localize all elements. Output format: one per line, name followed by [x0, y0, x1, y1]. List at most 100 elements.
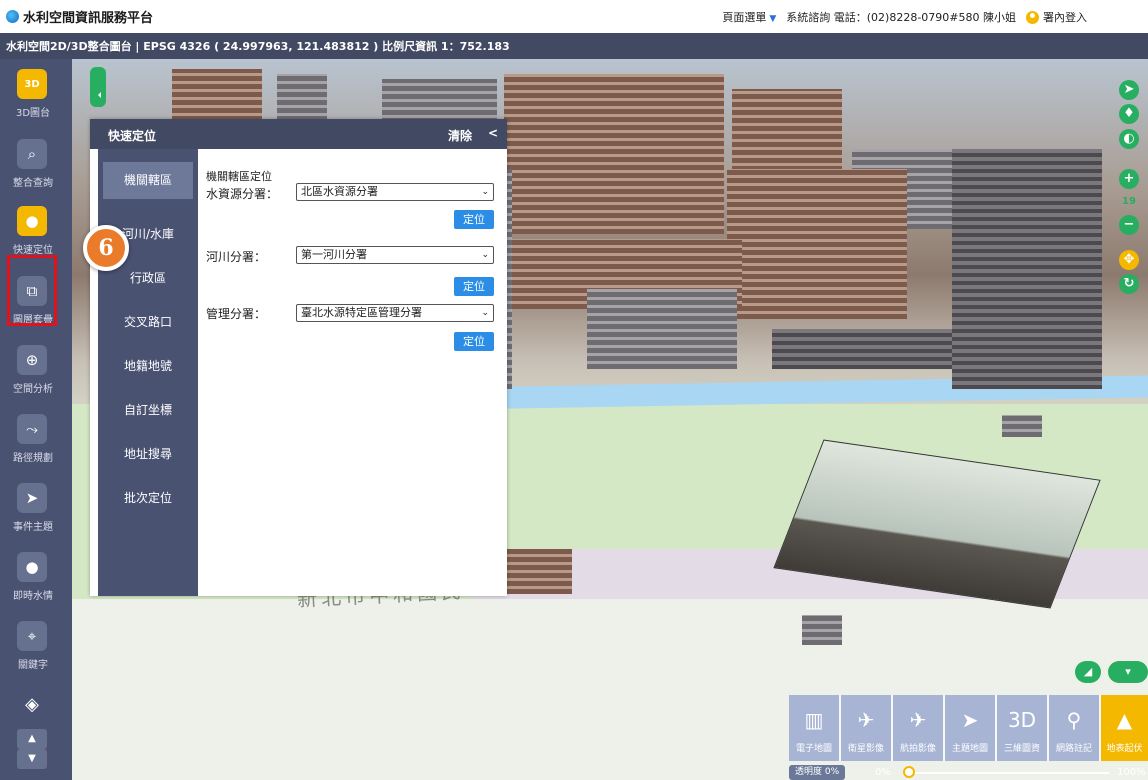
nav-item-custom-coordinate[interactable]: 自訂坐標 [98, 392, 198, 429]
compass-icon[interactable]: ♦ [1119, 104, 1139, 124]
3d-icon: 3D [17, 69, 47, 99]
map-building [502, 549, 572, 594]
opacity-control: 透明度 0% 0% 100% [789, 765, 1148, 780]
app-title: 水利空間資訊服務平台 [23, 11, 154, 26]
sidebar-item-events[interactable]: ➤ 事件主題 [0, 473, 72, 543]
basemap-label: 主題地圖 [951, 744, 988, 754]
clear-button[interactable]: 清除 [448, 127, 472, 144]
sidebar-item-label: 整合查詢 [13, 178, 53, 189]
panel-title: 快速定位 [108, 129, 157, 143]
coordinate-info-text: 水利空間2D/3D整合圖台 | EPSG 4326 ( 24.997963, 1… [6, 40, 510, 53]
panel-toggle-handle[interactable] [90, 67, 106, 107]
collapse-icon[interactable]: < [488, 126, 498, 140]
panel-body: 機關轄區定位 水資源分署： 北區水資源分署 ⌄ 定位 河川分署： 第一河川分署 … [198, 149, 507, 596]
map-building [952, 149, 1102, 389]
app-logo-icon [6, 10, 19, 23]
management-branch-select[interactable]: 臺北水源特定區管理分署 ⌄ [296, 304, 494, 322]
field-label: 河川分署： [206, 250, 267, 264]
nav-item-address[interactable]: 地址搜尋 [98, 436, 198, 473]
basemap-aerial[interactable]: ✈ 航拍影像 [893, 695, 943, 761]
highlight-box [7, 255, 57, 326]
quick-locate-panel: 快速定位 清除 < 機關轄區 河川/水庫 行政區 交叉路口 地籍地號 自訂坐標 … [90, 119, 507, 596]
sidebar-item-label: 路徑規劃 [13, 453, 53, 464]
measure-icon[interactable]: ◢ [1075, 661, 1101, 683]
panel-nav: 機關轄區 河川/水庫 行政區 交叉路口 地籍地號 自訂坐標 地址搜尋 批次定位 [98, 149, 198, 596]
pan-icon[interactable]: ✥ [1119, 250, 1139, 270]
select-value: 臺北水源特定區管理分署 [301, 306, 422, 319]
basemap-electronic-map[interactable]: ▥ 電子地圖 [789, 695, 839, 761]
sidebar-item-label: 3D圖台 [15, 108, 51, 119]
locate-button[interactable]: 定位 [454, 332, 494, 351]
location-pin-icon: ● [17, 206, 47, 236]
sidebar-item-spatial-analysis[interactable]: ⊕ 空間分析 [0, 335, 72, 405]
nav-item-intersection[interactable]: 交叉路口 [98, 304, 198, 341]
login-label: 署內登入 [1043, 10, 1087, 24]
nav-item-batch[interactable]: 批次定位 [98, 480, 198, 517]
sidebar-item-water[interactable]: ● 即時水情 [0, 542, 72, 612]
page-menu-button[interactable]: 頁面選單 ▼ [722, 9, 776, 25]
rotate-icon[interactable]: ↻ [1119, 274, 1139, 294]
page-menu-label: 頁面選單 [722, 10, 767, 24]
zoom-out-icon[interactable]: − [1119, 215, 1139, 235]
basemap-label: 三維圖資 [1003, 744, 1040, 754]
locate-button[interactable]: 定位 [454, 277, 494, 296]
sidebar-item-keyword[interactable]: ⌖ 關鍵字 [0, 611, 72, 681]
contact-info: 系統諮詢 電話：(02)8228-0790#580 陳小姐 [786, 10, 1016, 24]
sidebar-item-3d[interactable]: 3D 3D圖台 [0, 59, 72, 129]
header-right: 頁面選單 ▼ 系統諮詢 電話：(02)8228-0790#580 陳小姐 署內登入 [722, 9, 1087, 25]
panel-header: 快速定位 清除 < [90, 119, 507, 149]
field-label: 水資源分署： [206, 187, 279, 201]
tilt-icon[interactable]: ◐ [1119, 129, 1139, 149]
paper-plane-icon: ➤ [961, 708, 979, 732]
opacity-slider-handle[interactable] [903, 766, 915, 778]
map-marker-icon: ⚲ [1066, 708, 1082, 732]
navigate-icon[interactable]: ➤ [1119, 80, 1139, 100]
login-button[interactable]: 署內登入 [1026, 9, 1087, 25]
map-building [772, 329, 952, 369]
basemap-label: 航拍影像 [899, 744, 936, 754]
sidebar-item-label: 即時水情 [13, 591, 53, 602]
nav-item-agency[interactable]: 機關轄區 [103, 162, 193, 199]
map-building [504, 74, 724, 234]
chevron-down-icon: ⌄ [481, 187, 489, 197]
sidebar-item-route[interactable]: ⤳ 路徑規劃 [0, 404, 72, 474]
sidebar-item-search[interactable]: ⌕ 整合查詢 [0, 129, 72, 199]
basemap-label: 衛星影像 [847, 744, 884, 754]
opacity-max: 100% [1117, 767, 1146, 778]
opacity-slider[interactable] [909, 772, 1109, 774]
map-building [1002, 415, 1042, 437]
zoom-in-icon[interactable]: + [1119, 169, 1139, 189]
basemap-thematic[interactable]: ➤ 主題地圖 [945, 695, 995, 761]
map-building [727, 169, 907, 319]
water-resources-select[interactable]: 北區水資源分署 ⌄ [296, 183, 494, 201]
select-value: 北區水資源分署 [301, 185, 378, 198]
3d-icon: 3D [1007, 708, 1037, 732]
search-icon: ⌕ [17, 139, 47, 169]
river-branch-select[interactable]: 第一河川分署 ⌄ [296, 246, 494, 264]
nav-item-cadastral[interactable]: 地籍地號 [98, 348, 198, 385]
satellite-icon: ✈ [857, 708, 875, 732]
globe-icon: ⊕ [17, 345, 47, 375]
basemap-terrain[interactable]: ▲ 地表起伏 [1101, 695, 1148, 761]
basemap-satellite[interactable]: ✈ 衛星影像 [841, 695, 891, 761]
field-label: 管理分署： [206, 307, 267, 321]
keyword-icon: ⌖ [17, 621, 47, 651]
scroll-up-button[interactable]: ▲ [17, 729, 47, 749]
basemap-web-annotation[interactable]: ⚲ 網路註記 [1049, 695, 1099, 761]
coordinate-info-bar: 水利空間2D/3D整合圖台 | EPSG 4326 ( 24.997963, 1… [0, 33, 1148, 59]
opacity-label: 透明度 0% [789, 765, 846, 780]
water-drop-icon: ● [17, 552, 47, 582]
scroll-down-button[interactable]: ▼ [17, 749, 47, 769]
basemap-label: 電子地圖 [795, 744, 832, 754]
locate-button[interactable]: 定位 [454, 210, 494, 229]
basemap-toggle-button[interactable]: ▾ [1108, 661, 1148, 683]
chevron-down-icon: ⌄ [481, 250, 489, 260]
select-value: 第一河川分署 [301, 248, 367, 261]
eraser-icon: ◈ [25, 693, 39, 715]
map-building [587, 289, 737, 369]
send-icon: ➤ [17, 483, 47, 513]
map-building [802, 615, 842, 645]
sidebar-item-tools[interactable]: ◈ [0, 679, 72, 719]
basemap-3d[interactable]: 3D 三維圖資 [997, 695, 1047, 761]
chevron-down-icon: ⌄ [481, 308, 489, 318]
